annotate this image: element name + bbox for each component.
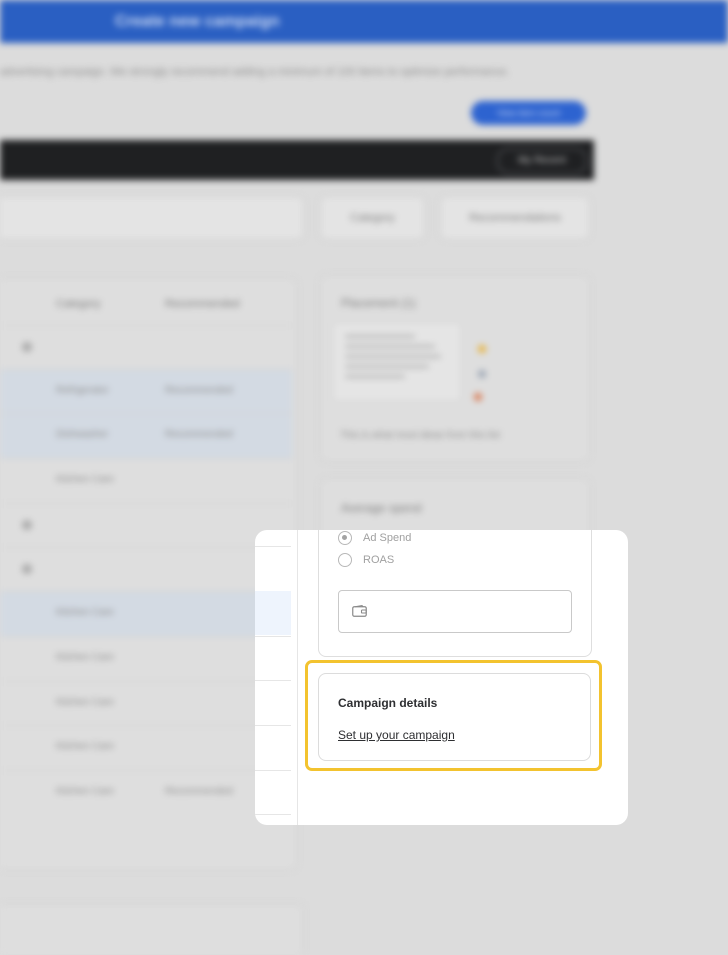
ad-spend-radio[interactable] bbox=[338, 531, 352, 545]
table-cell: Recommended bbox=[165, 429, 233, 440]
table-cell: Recommended bbox=[165, 786, 233, 797]
column-divider bbox=[297, 530, 298, 825]
intro-text: advertising campaign. We strongly recomm… bbox=[0, 66, 510, 78]
campaign-details-title: Campaign details bbox=[338, 696, 438, 710]
status-dot-icon bbox=[474, 393, 482, 401]
row-divider bbox=[255, 680, 291, 681]
page-title: Create new campaign bbox=[115, 13, 280, 30]
table-row[interactable]: Kitchen Care bbox=[0, 458, 292, 503]
table-row-highlight bbox=[255, 591, 291, 635]
spotlight-panel: Ad Spend ROAS Campaign details Set up yo… bbox=[255, 530, 628, 825]
product-thumbnail-icon bbox=[22, 342, 32, 352]
top-bar: Create new campaign bbox=[0, 0, 728, 43]
search-input[interactable] bbox=[0, 196, 304, 240]
roas-radio[interactable] bbox=[338, 553, 352, 567]
table-row[interactable]: Kitchen Care bbox=[0, 725, 292, 770]
row-divider bbox=[255, 725, 291, 726]
campaign-details-card: Campaign details Set up your campaign bbox=[318, 673, 591, 761]
row-divider bbox=[255, 770, 291, 771]
product-thumbnail-icon bbox=[22, 520, 32, 530]
table-cell: Kitchen Care bbox=[56, 786, 114, 797]
ad-spend-label: Ad Spend bbox=[363, 532, 412, 544]
footer-panel bbox=[0, 904, 303, 955]
table-row[interactable]: Kitchen Care Recommended bbox=[0, 770, 292, 815]
set-up-campaign-link[interactable]: Set up your campaign bbox=[338, 728, 455, 742]
row-divider bbox=[255, 814, 291, 815]
table-row[interactable]: Kitchen Care bbox=[0, 681, 292, 726]
preview-thumbnail bbox=[332, 322, 462, 402]
table-cell: Kitchen Care bbox=[56, 652, 114, 663]
spend-card-title: Average spend bbox=[341, 501, 422, 515]
table-row[interactable] bbox=[0, 503, 292, 548]
table-row[interactable] bbox=[0, 325, 292, 370]
table-cell: Refrigerator bbox=[56, 385, 109, 396]
category-filter-button[interactable]: Category bbox=[320, 196, 425, 240]
table-row[interactable]: Dishwasher Recommended bbox=[0, 413, 292, 458]
preview-card-title: Placement (1) bbox=[341, 296, 416, 310]
help-button[interactable]: View item count bbox=[471, 101, 586, 125]
table-cell: Kitchen Care bbox=[56, 697, 114, 708]
items-table: Category Recommended Refrigerator Recomm… bbox=[0, 278, 297, 870]
table-cell: Kitchen Care bbox=[56, 474, 114, 485]
row-divider bbox=[255, 636, 291, 637]
table-cell: Kitchen Care bbox=[56, 741, 114, 752]
toolbar-button[interactable]: My Recent bbox=[497, 148, 587, 174]
table-row[interactable]: Kitchen Care bbox=[0, 591, 292, 636]
table-cell: Kitchen Care bbox=[56, 607, 114, 618]
status-dot-icon bbox=[478, 345, 486, 353]
status-dot-icon bbox=[478, 370, 486, 378]
table-cell: Dishwasher bbox=[56, 429, 109, 440]
table-row[interactable] bbox=[0, 547, 292, 592]
table-row[interactable]: Refrigerator Recommended bbox=[0, 369, 292, 414]
table-cell: Recommended bbox=[165, 385, 233, 396]
preview-caption: This is what most ideas from this list bbox=[340, 430, 501, 441]
row-divider bbox=[255, 546, 291, 547]
recommendations-filter-button[interactable]: Recommendations bbox=[440, 196, 590, 240]
column-header-recommended: Recommended bbox=[165, 298, 240, 310]
product-thumbnail-icon bbox=[22, 564, 32, 574]
table-row[interactable]: Kitchen Care bbox=[0, 636, 292, 681]
roas-label: ROAS bbox=[363, 554, 395, 566]
column-header-category: Category bbox=[56, 298, 101, 310]
wallet-icon bbox=[352, 605, 367, 617]
spend-amount-input[interactable] bbox=[338, 590, 572, 633]
